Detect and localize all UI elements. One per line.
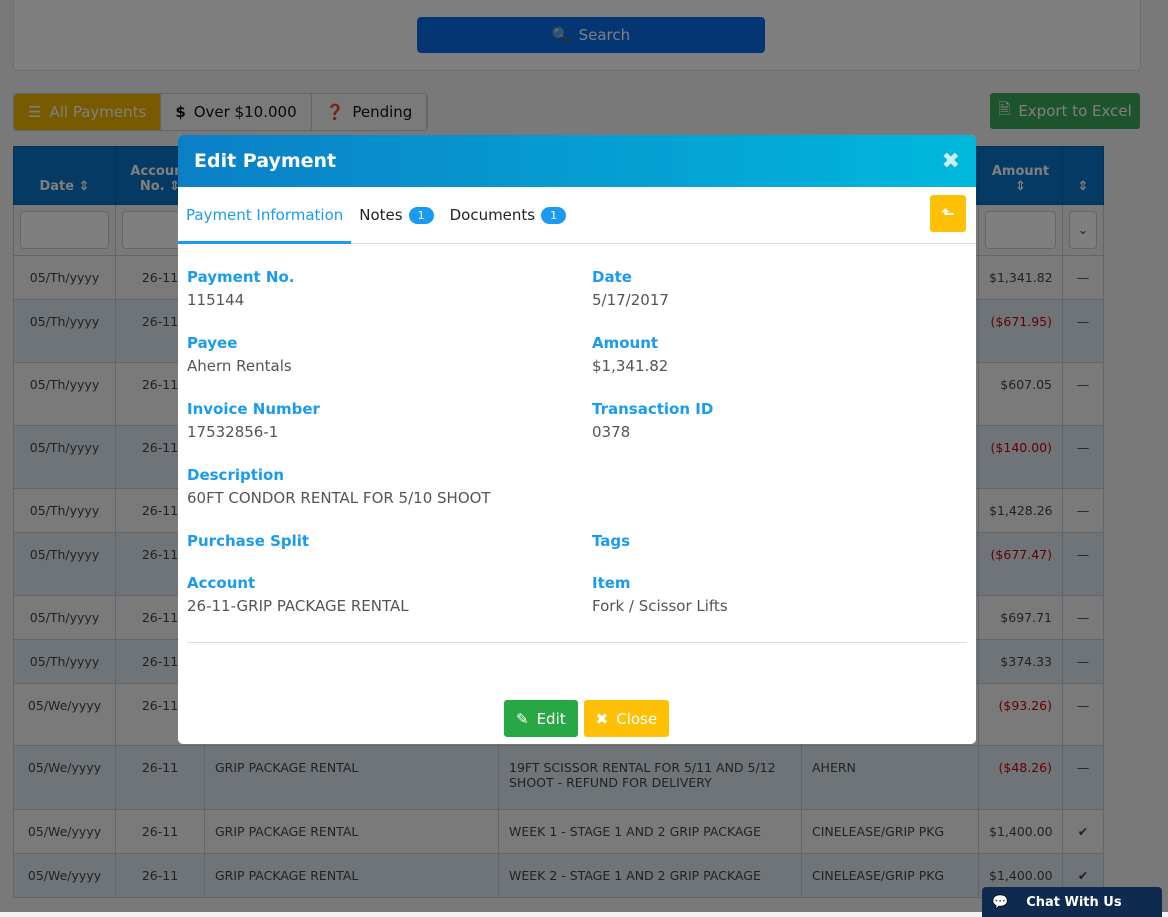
field-value: Ahern Rentals (187, 357, 292, 375)
field-description: Description 60FT CONDOR RENTAL FOR 5/10 S… (187, 466, 491, 507)
field-txn: Transaction ID 0378 (592, 400, 713, 441)
divider (187, 642, 967, 643)
documents-count-badge: 1 (541, 206, 567, 224)
edit-button[interactable]: ✎ Edit (504, 700, 578, 737)
field-label: Transaction ID (592, 400, 714, 418)
field-amount: Amount $1,341.82 (592, 334, 668, 375)
field-label: Item (592, 574, 631, 592)
field-value: 60FT CONDOR RENTAL FOR 5/10 SHOOT (187, 489, 491, 507)
field-label: Amount (592, 334, 659, 352)
field-label: Purchase Split (187, 532, 310, 550)
field-value: 26-11-GRIP PACKAGE RENTAL (187, 597, 409, 615)
field-invoice: Invoice Number 17532856-1 (187, 400, 320, 441)
field-label: Date (592, 268, 632, 286)
tab-notes[interactable]: Notes 1 (351, 187, 441, 244)
field-value: 17532856-1 (187, 423, 279, 441)
field-split: Purchase Split (187, 532, 309, 555)
close-button[interactable]: ✖ Close (583, 700, 670, 737)
level-up-icon: ⬑ (941, 204, 955, 223)
field-label: Account (187, 574, 256, 592)
field-label: Payment No. (187, 268, 295, 286)
field-value: $1,341.82 (592, 357, 669, 375)
field-label: Invoice Number (187, 400, 320, 418)
tab-documents[interactable]: Documents 1 (442, 187, 575, 244)
level-up-button[interactable]: ⬑ (930, 195, 966, 232)
field-item: Item Fork / Scissor Lifts (592, 574, 728, 615)
field-label: Payee (187, 334, 238, 352)
tab-payment-information[interactable]: Payment Information (178, 187, 352, 244)
close-x-icon: ✖ (595, 709, 609, 728)
chat-widget[interactable]: 💬 Chat With Us (982, 887, 1162, 917)
modal-title: Edit Payment (194, 150, 337, 172)
field-account: Account 26-11-GRIP PACKAGE RENTAL (187, 574, 409, 615)
close-icon[interactable]: ✖ (942, 149, 960, 174)
field-value: Fork / Scissor Lifts (592, 597, 728, 615)
notes-count-badge: 1 (408, 206, 434, 224)
edit-payment-modal: Edit Payment ✖ Payment Information Notes 1… (178, 135, 976, 744)
field-value: 115144 (187, 291, 245, 309)
field-payment_no: Payment No. 115144 (187, 268, 294, 309)
field-value: 0378 (592, 423, 631, 441)
field-date: Date 5/17/2017 (592, 268, 669, 309)
field-value: 5/17/2017 (592, 291, 669, 309)
chat-bubble-icon: 💬 (992, 894, 1009, 910)
field-label: Description (187, 466, 285, 484)
field-label: Tags (592, 532, 631, 550)
field-payee: Payee Ahern Rentals (187, 334, 292, 375)
edit-icon: ✎ (516, 709, 529, 728)
field-tags: Tags (592, 532, 630, 555)
